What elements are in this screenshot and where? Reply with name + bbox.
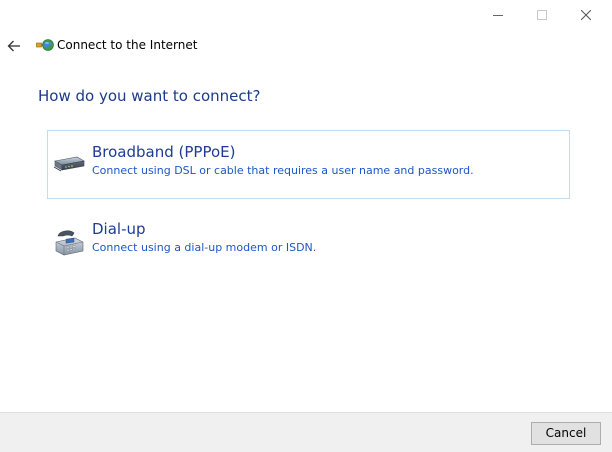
minimize-icon bbox=[493, 15, 503, 16]
footer-bar: Cancel bbox=[0, 412, 612, 452]
maximize-icon bbox=[537, 10, 547, 20]
telephone-modem-icon bbox=[55, 230, 84, 256]
page-heading: How do you want to connect? bbox=[38, 87, 261, 105]
option-dialup-description: Connect using a dial-up modem or ISDN. bbox=[92, 241, 317, 254]
title-bar bbox=[0, 0, 612, 30]
broadband-modem-icon bbox=[53, 156, 85, 172]
close-button[interactable] bbox=[564, 0, 608, 30]
maximize-button[interactable] bbox=[520, 0, 564, 30]
back-button[interactable] bbox=[5, 36, 25, 56]
arrow-left-icon bbox=[7, 40, 20, 52]
connect-dialog-window: Connect to the Internet How do you want … bbox=[0, 0, 612, 452]
minimize-button[interactable] bbox=[476, 0, 520, 30]
option-dialup[interactable]: Dial-up Connect using a dial-up modem or… bbox=[47, 207, 570, 276]
option-broadband-title: Broadband (PPPoE) bbox=[92, 143, 236, 161]
navigation-bar: Connect to the Internet bbox=[0, 30, 612, 62]
close-icon bbox=[581, 10, 591, 20]
option-broadband[interactable]: Broadband (PPPoE) Connect using DSL or c… bbox=[47, 130, 570, 199]
option-dialup-title: Dial-up bbox=[92, 220, 146, 238]
window-title: Connect to the Internet bbox=[57, 38, 198, 52]
option-broadband-description: Connect using DSL or cable that requires… bbox=[92, 164, 474, 177]
cancel-button[interactable]: Cancel bbox=[531, 422, 601, 445]
network-globe-icon bbox=[36, 39, 54, 51]
